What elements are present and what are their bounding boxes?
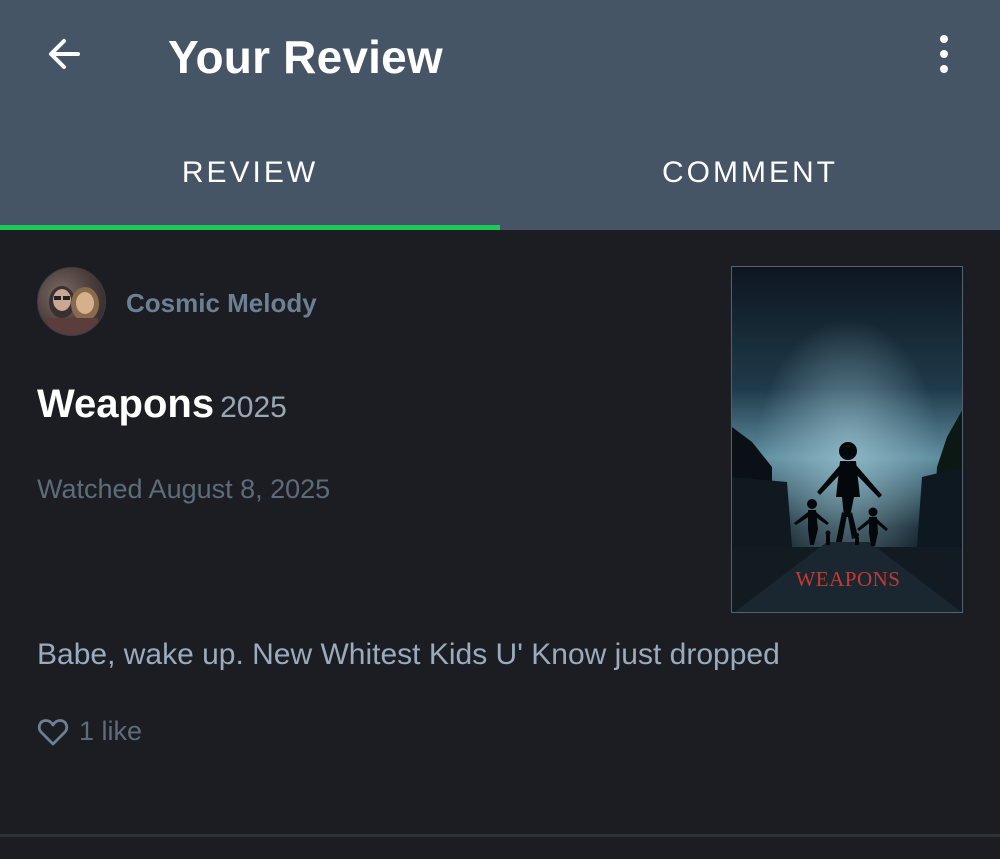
watched-date: Watched August 8, 2025 bbox=[37, 474, 331, 504]
tab-review-label: REVIEW bbox=[181, 156, 319, 189]
film-year: 2025 bbox=[220, 391, 287, 424]
like-count: 1 like bbox=[79, 716, 143, 746]
page-title: Your Review bbox=[168, 31, 443, 83]
review-content: Cosmic Melody Weapons 2025 Watched August… bbox=[0, 230, 1000, 859]
tab-comment[interactable]: COMMENT bbox=[500, 120, 1000, 230]
poster-art: WEAPONS bbox=[732, 267, 962, 612]
film-title-line[interactable]: Weapons 2025 bbox=[37, 382, 287, 427]
film-title: Weapons bbox=[37, 382, 215, 426]
like-button[interactable]: 1 like bbox=[37, 716, 142, 747]
heart-icon bbox=[37, 718, 69, 745]
avatar-image bbox=[48, 286, 99, 335]
tab-review[interactable]: REVIEW bbox=[0, 120, 500, 230]
more-vertical-icon bbox=[940, 35, 948, 73]
back-button[interactable] bbox=[34, 24, 94, 84]
username-link[interactable]: Cosmic Melody bbox=[126, 288, 317, 319]
film-poster[interactable]: WEAPONS bbox=[731, 266, 963, 613]
divider bbox=[0, 834, 1000, 837]
poster-title: WEAPONS bbox=[795, 567, 900, 591]
app-bar: Your Review REVIEW COMMENT bbox=[0, 0, 1000, 230]
more-options-button[interactable] bbox=[918, 24, 970, 84]
tab-comment-label: COMMENT bbox=[662, 156, 838, 189]
review-text: Babe, wake up. New Whitest Kids U' Know … bbox=[37, 638, 780, 671]
tab-bar: REVIEW COMMENT bbox=[0, 120, 1000, 230]
avatar[interactable] bbox=[37, 267, 106, 336]
arrow-left-icon bbox=[49, 39, 80, 69]
